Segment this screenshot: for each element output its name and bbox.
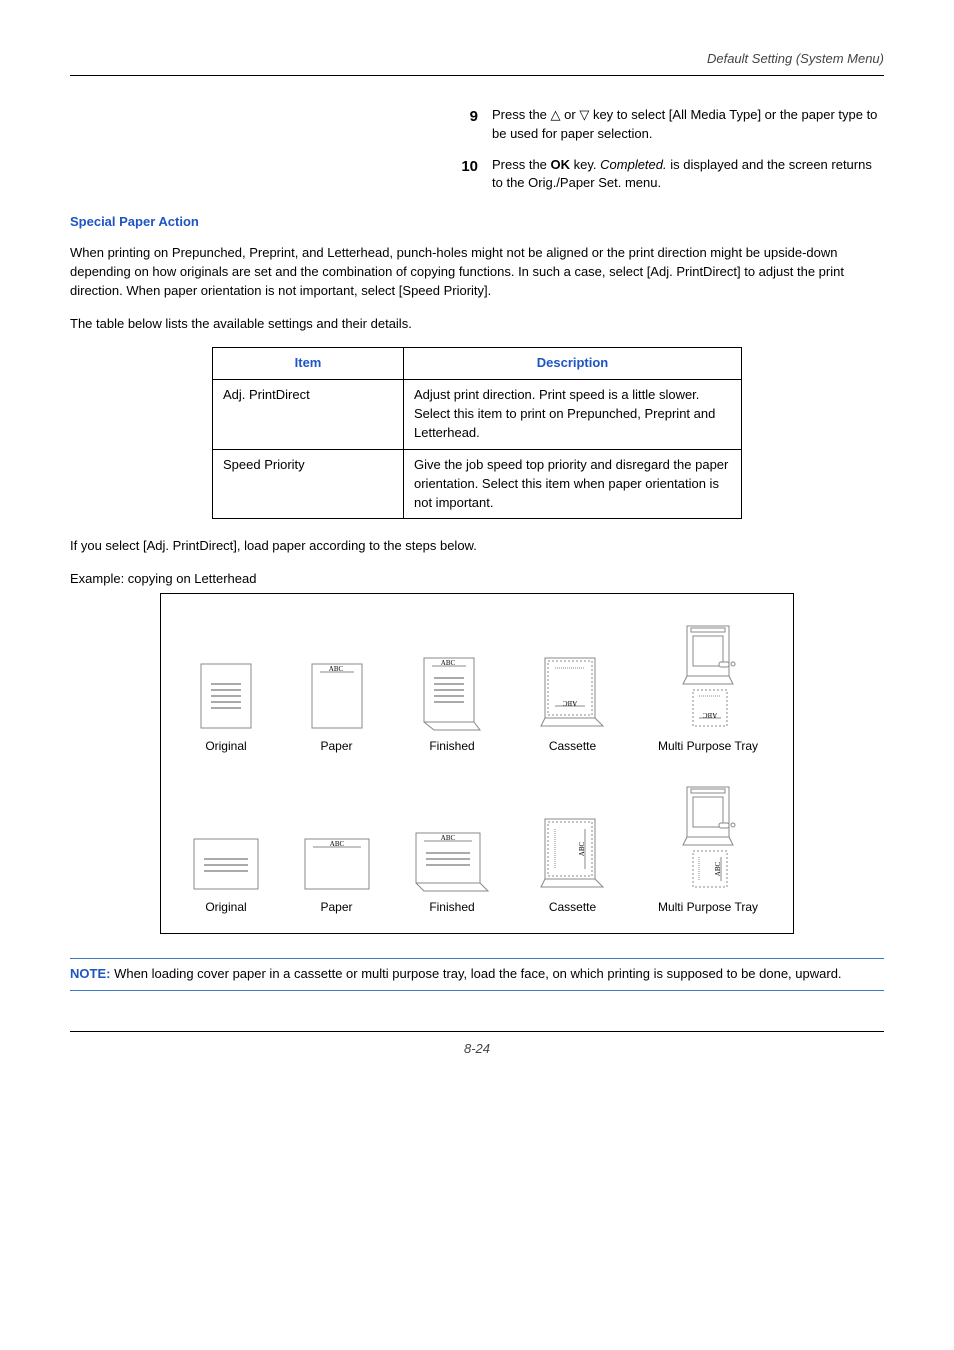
caption: Paper [292, 738, 382, 755]
section-title: Special Paper Action [70, 213, 884, 232]
caption: Finished [402, 738, 502, 755]
cassette-icon: ABC [535, 654, 611, 732]
ok-key: OK [551, 157, 571, 172]
col-header-desc: Description [404, 348, 742, 380]
t: key. [570, 157, 600, 172]
step-10: 10 Press the OK key. Completed. is displ… [450, 156, 884, 194]
triangle-down-icon: ▽ [579, 107, 589, 122]
steps-block: 9 Press the △ or ▽ key to select [All Me… [450, 106, 884, 193]
step-text: Press the OK key. Completed. is displaye… [492, 156, 884, 194]
example-label: Example: copying on Letterhead [70, 570, 884, 589]
step-number: 9 [450, 106, 492, 144]
finished-icon: ABC [412, 829, 492, 893]
paragraph: If you select [Adj. PrintDirect], load p… [70, 537, 884, 556]
svg-text:ABC: ABC [329, 840, 344, 848]
caption: Cassette [523, 899, 623, 916]
cell-item: Adj. PrintDirect [213, 380, 404, 450]
note-label: NOTE: [70, 966, 110, 981]
settings-table: Item Description Adj. PrintDirect Adjust… [212, 347, 742, 519]
cell-desc: Give the job speed top priority and disr… [404, 449, 742, 519]
t: or [561, 107, 580, 122]
cell-item: Speed Priority [213, 449, 404, 519]
caption: Original [181, 738, 271, 755]
caption: Multi Purpose Tray [643, 738, 773, 755]
page-number: 8-24 [70, 1040, 884, 1059]
svg-text:ABC: ABC [562, 699, 577, 707]
step-number: 10 [450, 156, 492, 194]
finished-icon: ABC [420, 654, 484, 732]
mp-tray-icon: ABC [663, 783, 753, 893]
svg-text:ABC: ABC [328, 665, 343, 673]
header-rule [70, 75, 884, 76]
triangle-up-icon: △ [551, 107, 561, 122]
note-text: When loading cover paper in a cassette o… [110, 966, 841, 981]
svg-text:ABC: ABC [714, 862, 722, 877]
t: Press the [492, 107, 551, 122]
col-header-item: Item [213, 348, 404, 380]
table-row: Speed Priority Give the job speed top pr… [213, 449, 742, 519]
cell-desc: Adjust print direction. Print speed is a… [404, 380, 742, 450]
caption: Cassette [523, 738, 623, 755]
table-row: Adj. PrintDirect Adjust print direction.… [213, 380, 742, 450]
svg-text:ABC: ABC [702, 711, 717, 719]
mp-tray-icon: ABC [663, 622, 753, 732]
footer-rule [70, 1031, 884, 1032]
original-icon [197, 660, 255, 732]
t: Press the [492, 157, 551, 172]
paragraph: The table below lists the available sett… [70, 315, 884, 334]
paper-icon: ABC [301, 835, 373, 893]
diagram-frame: ABC ABC ABC [160, 593, 794, 934]
step-text: Press the △ or ▽ key to select [All Medi… [492, 106, 884, 144]
note-block: NOTE: When loading cover paper in a cass… [70, 958, 884, 991]
cassette-icon: ABC [535, 815, 611, 893]
status-word: Completed. [600, 157, 666, 172]
paragraph: When printing on Prepunched, Preprint, a… [70, 244, 884, 301]
original-icon [190, 835, 262, 893]
svg-text:ABC: ABC [578, 842, 586, 857]
caption: Paper [292, 899, 382, 916]
svg-text:ABC: ABC [441, 659, 456, 667]
caption: Multi Purpose Tray [643, 899, 773, 916]
step-9: 9 Press the △ or ▽ key to select [All Me… [450, 106, 884, 144]
caption: Finished [402, 899, 502, 916]
running-header: Default Setting (System Menu) [70, 50, 884, 69]
paper-icon: ABC [308, 660, 366, 732]
svg-text:ABC: ABC [441, 834, 456, 842]
caption: Original [181, 899, 271, 916]
